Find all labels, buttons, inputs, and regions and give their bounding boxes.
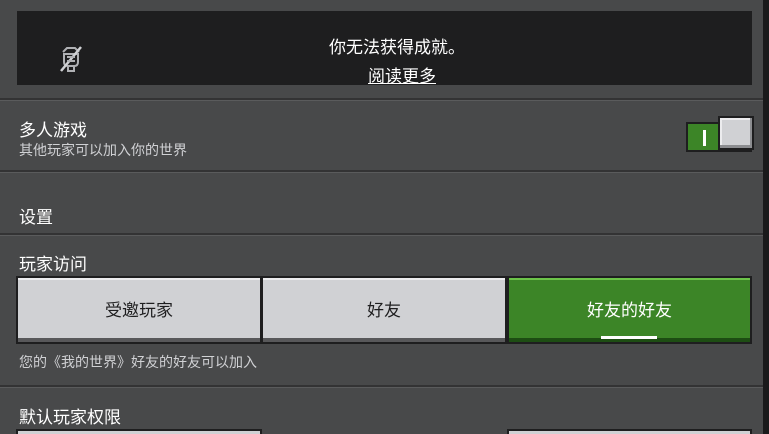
selected-indicator (601, 336, 657, 339)
achievements-notice: 你无法获得成就。 阅读更多 (17, 11, 752, 87)
option-label: 受邀玩家 (105, 300, 173, 321)
multiplayer-toggle[interactable] (684, 116, 756, 154)
option-friends-of-friends[interactable]: 好友的好友 (507, 276, 752, 344)
player-access-title: 玩家访问 (19, 255, 87, 275)
divider (0, 170, 769, 173)
scrollbar-track[interactable] (763, 0, 769, 434)
option-friends[interactable]: 好友 (261, 276, 507, 344)
settings-section-title: 设置 (19, 208, 53, 228)
achievement-disabled-icon (57, 44, 85, 74)
option-invited-players[interactable]: 受邀玩家 (16, 276, 262, 344)
default-permissions-title: 默认玩家权限 (19, 408, 121, 428)
divider (0, 385, 769, 388)
multiplayer-subtitle: 其他玩家可以加入你的世界 (19, 143, 187, 159)
divider (0, 233, 769, 236)
read-more-link[interactable]: 阅读更多 (347, 62, 457, 87)
divider (0, 98, 769, 101)
player-access-description: 您的《我的世界》好友的好友可以加入 (19, 355, 257, 371)
option-label: 好友的好友 (587, 300, 672, 321)
option-label: 好友 (367, 300, 401, 321)
permission-option-partial[interactable] (16, 429, 262, 434)
toggle-knob[interactable] (718, 116, 754, 150)
permission-option-partial[interactable] (507, 429, 752, 434)
achievements-message: 你无法获得成就。 (329, 38, 465, 58)
multiplayer-title: 多人游戏 (19, 121, 87, 141)
toggle-on-mark (703, 130, 706, 146)
